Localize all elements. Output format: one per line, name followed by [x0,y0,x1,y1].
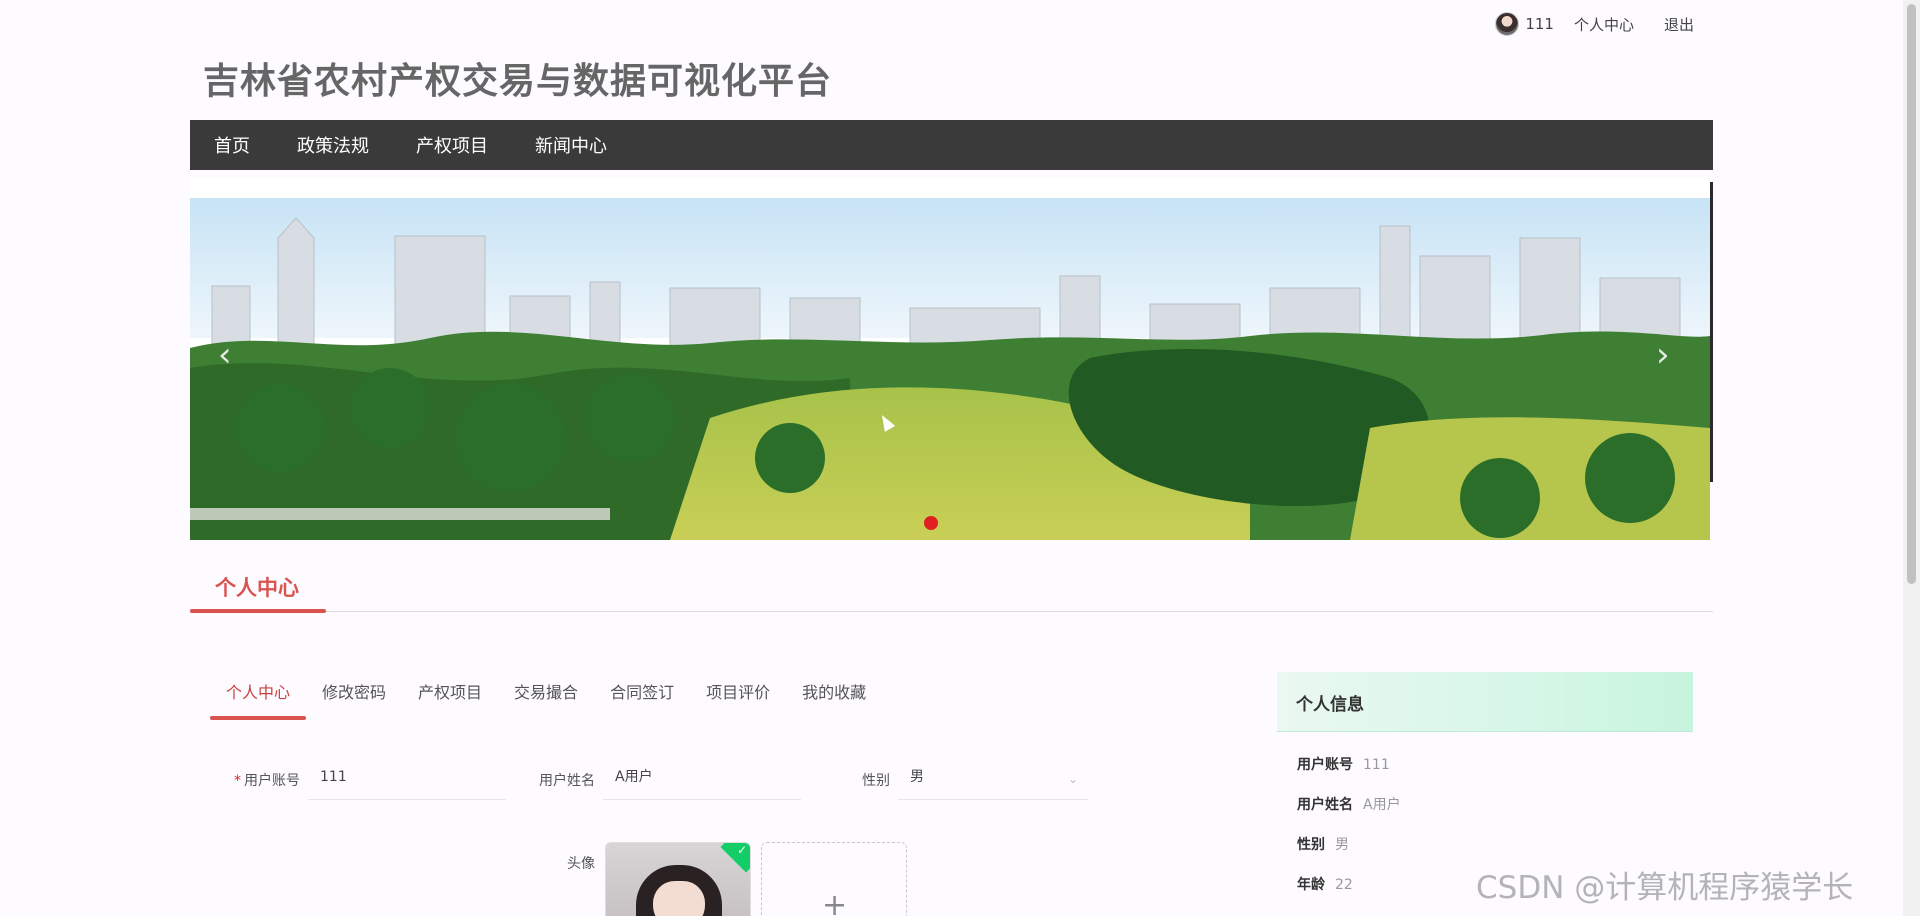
chevron-down-icon: ⌄ [1068,772,1079,786]
name-input[interactable]: A用户 [603,764,801,800]
site-title: 吉林省农村产权交易与数据可视化平台 [203,61,833,102]
carousel-indicator-dot[interactable] [924,516,938,530]
info-value: A用户 [1363,797,1401,813]
user-bar: 111 个人中心 退出 [1495,12,1694,36]
nav-item-projects[interactable]: 产权项目 [416,132,488,158]
info-value: 111 [1363,757,1390,773]
info-value: 男 [1335,837,1349,853]
info-key: 性别 [1297,837,1325,853]
tab-property-projects[interactable]: 产权项目 [402,680,498,720]
profile-link[interactable]: 个人中心 [1574,14,1634,35]
tab-contract-signing[interactable]: 合同签订 [594,680,690,720]
nav-item-news[interactable]: 新闻中心 [535,132,607,158]
info-row-name: 用户姓名 A用户 [1297,794,1401,814]
check-icon: ✓ [736,843,747,857]
section-title: 个人中心 [215,576,299,600]
name-label: 用户姓名 [539,773,595,789]
carousel-next-button[interactable]: › [1656,338,1670,372]
avatar-preview[interactable]: ✓ [605,842,751,916]
tab-project-review[interactable]: 项目评价 [690,680,786,720]
watermark: CSDN @计算机程序猿学长 [1476,870,1854,906]
info-key: 用户账号 [1297,757,1353,773]
upload-add-button[interactable]: + [761,842,907,916]
info-key: 年龄 [1297,877,1325,893]
gender-label: 性别 [862,773,890,789]
username: 111 [1525,15,1554,33]
side-panel-title: 个人信息 [1296,695,1364,715]
tab-trade-matching[interactable]: 交易撮合 [498,680,594,720]
section-header: 个人中心 [190,560,1713,613]
nav-item-policy[interactable]: 政策法规 [297,132,369,158]
side-panel-header: 个人信息 [1277,672,1693,732]
avatar-face [653,881,705,916]
tab-my-favorites[interactable]: 我的收藏 [786,680,882,720]
gender-select[interactable]: 男 [898,764,1088,800]
nav-item-home[interactable]: 首页 [214,132,250,158]
scrollbar-thumb[interactable] [1907,4,1916,584]
carousel-prev-button[interactable]: ‹ [218,338,232,372]
banner-image [190,178,1710,540]
tab-profile[interactable]: 个人中心 [210,680,307,720]
banner-carousel [190,178,1710,540]
avatar-label: 头像 [567,856,595,872]
logout-link[interactable]: 退出 [1664,14,1694,35]
info-row-gender: 性别男 [1297,834,1349,854]
info-row-age: 年龄 22 [1297,874,1353,894]
tab-change-password[interactable]: 修改密码 [306,680,402,720]
account-label: * 用户账号 [234,773,300,789]
main-nav: 首页 政策法规 产权项目 新闻中心 [190,120,1713,170]
profile-tabs: 个人中心 修改密码 产权项目 交易撮合 合同签订 项目评价 我的收藏 [210,680,882,720]
account-input[interactable]: 111 [308,764,506,800]
info-row-account: 用户账号 111 [1297,754,1390,774]
banner-edge [1710,182,1713,482]
plus-icon: + [822,888,848,916]
avatar[interactable] [1495,12,1520,36]
section-underline [190,609,326,613]
scrollbar[interactable] [1903,0,1920,916]
info-value: 22 [1335,877,1353,893]
info-key: 用户姓名 [1297,797,1353,813]
